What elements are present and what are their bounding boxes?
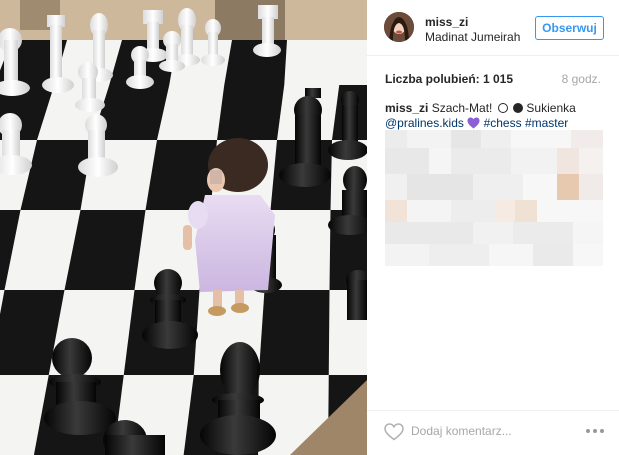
white-circle-icon [497,103,508,113]
post-footer [367,410,619,455]
caption-hashtag-master[interactable]: #master [525,116,568,130]
caption-username[interactable]: miss_zi [385,101,428,115]
post-details-panel: miss_zi Madinat Jumeirah Obserwuj Liczba… [367,0,619,455]
caption-hashtag-chess[interactable]: #chess [484,116,522,130]
post-caption: miss_zi Szach-Mat! Sukienka @pralines.ki… [385,101,605,131]
purple-heart-icon [467,117,480,129]
heart-outline-icon[interactable] [384,423,404,441]
post-photo[interactable] [0,0,367,455]
black-circle-icon [513,103,524,113]
more-dot [593,429,597,433]
follow-button[interactable]: Obserwuj [535,16,604,40]
add-comment-input[interactable] [411,420,571,442]
profile-photo [384,12,414,42]
post-location[interactable]: Madinat Jumeirah [425,30,520,44]
chessboard-photo [0,0,367,455]
caption-mention[interactable]: @pralines.kids [385,116,464,130]
post-time[interactable]: 8 godz. [562,72,601,86]
caption-text-2: Sukienka [526,101,576,115]
post-username[interactable]: miss_zi [425,15,468,29]
avatar[interactable] [384,12,414,42]
post-header: miss_zi Madinat Jumeirah Obserwuj [367,0,619,56]
likes-count[interactable]: Liczba polubień: 1 015 [385,72,513,86]
more-dot [600,429,604,433]
more-dot [586,429,590,433]
likes-row: Liczba polubień: 1 015 8 godz. [385,72,601,88]
blurred-comments [385,130,603,270]
more-options-icon[interactable] [585,427,607,435]
caption-text: Szach-Mat! [431,101,493,115]
